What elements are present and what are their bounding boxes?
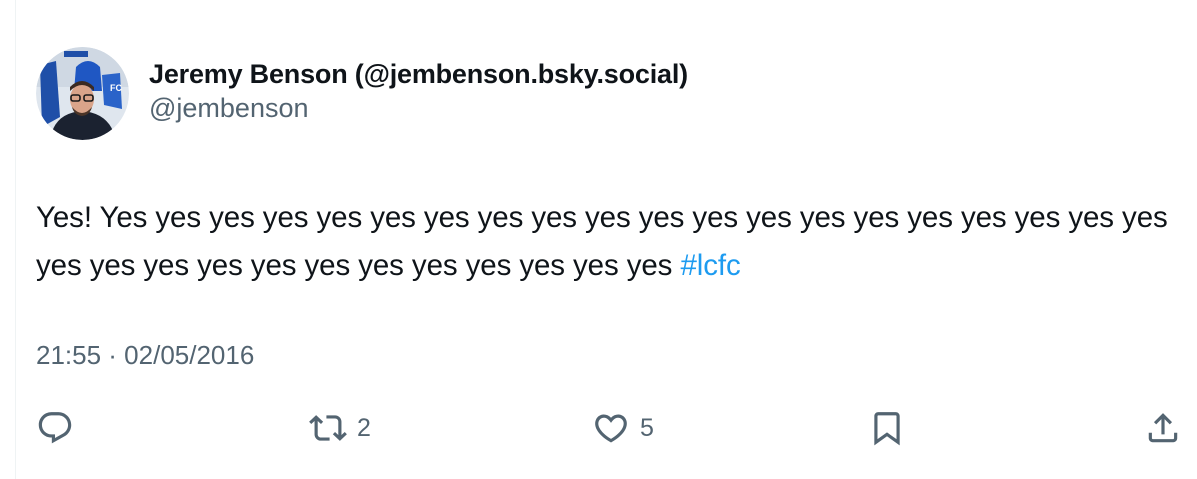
avatar-logo-text: FC: [110, 83, 122, 93]
heart-icon: [595, 414, 627, 443]
author-handle[interactable]: @jembenson: [149, 91, 688, 125]
share-button[interactable]: [1144, 404, 1182, 452]
post-timestamp[interactable]: 21:55 · 02/05/2016: [36, 338, 254, 372]
post-text: Yes! Yes yes yes yes yes yes yes yes yes…: [36, 194, 1186, 290]
author-names: Jeremy Benson (@jembenson.bsky.social) @…: [149, 57, 688, 125]
like-button[interactable]: 5: [592, 404, 654, 452]
divider: [15, 0, 16, 479]
hashtag-link[interactable]: #lcfc: [680, 249, 740, 282]
repost-count: 2: [357, 413, 371, 442]
like-count: 5: [640, 413, 654, 442]
reply-button[interactable]: [36, 404, 74, 452]
avatar[interactable]: FC: [36, 47, 129, 140]
author-display-name[interactable]: Jeremy Benson (@jembenson.bsky.social): [149, 57, 688, 91]
post-card: FC Jeremy Benson (@jembenson.bsky.social…: [0, 0, 1197, 479]
repost-button[interactable]: 2: [309, 404, 371, 452]
share-icon: [1148, 413, 1178, 443]
bookmark-button[interactable]: [868, 404, 906, 452]
post-body: Yes! Yes yes yes yes yes yes yes yes yes…: [36, 201, 1168, 282]
repost-icon: [309, 415, 347, 441]
post-header: FC Jeremy Benson (@jembenson.bsky.social…: [36, 47, 688, 140]
reply-icon: [38, 412, 72, 444]
bookmark-icon: [874, 412, 900, 446]
action-bar: 2 5: [36, 404, 1186, 452]
